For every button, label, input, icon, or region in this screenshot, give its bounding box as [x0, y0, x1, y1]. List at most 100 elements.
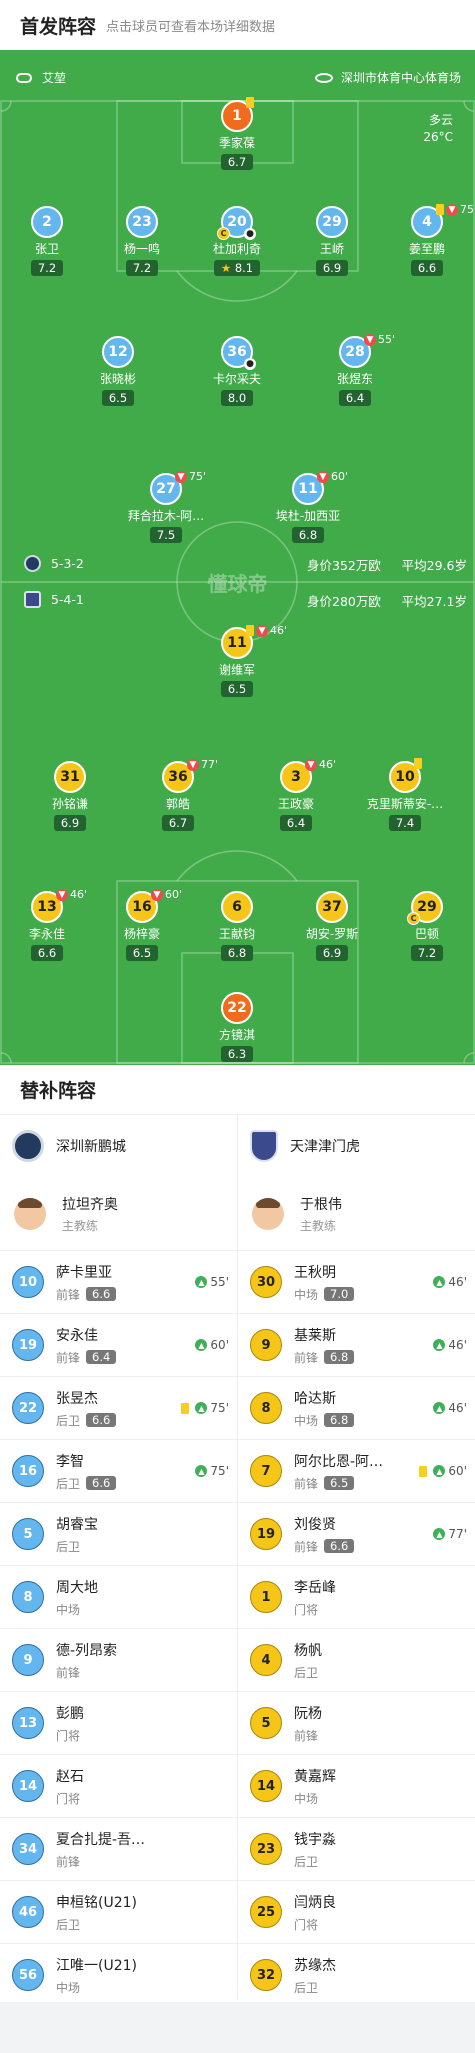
- sub-row[interactable]: 8 周大地 中场: [0, 1566, 237, 1629]
- home-coach-role: 主教练: [62, 1218, 99, 1233]
- sub-row[interactable]: 9 德-列昂索 前锋: [0, 1629, 237, 1692]
- away-team-name: 天津津门虎: [290, 1139, 360, 1155]
- player-away[interactable]: 36 郭皓 6.7 ▼ 77': [128, 758, 228, 831]
- player-away[interactable]: 10 克里斯蒂安-… 7.4: [355, 758, 455, 831]
- player-away[interactable]: 11 谢维军 6.5 ▼ 46': [187, 624, 287, 697]
- home-team-row[interactable]: 深圳新鹏城: [0, 1115, 237, 1177]
- sub-role: 前锋: [294, 1350, 319, 1365]
- sub-row[interactable]: 5 胡睿宝 后卫: [0, 1503, 237, 1566]
- sub-info: 周大地 中场: [56, 1577, 98, 1618]
- player-rating: 6.9: [53, 815, 87, 831]
- sub-info: 江唯一(U21) 中场: [56, 1955, 137, 1996]
- player-name: 王政豪: [277, 797, 314, 811]
- sub-row[interactable]: 19 安永佳 前锋 6.4 ▲ 60': [0, 1314, 237, 1377]
- player-home[interactable]: 4姜至鹏6.6▼75': [377, 203, 475, 276]
- sub-row[interactable]: 22 张昱杰 后卫 6.6 ▲ 75': [0, 1377, 237, 1440]
- sub-out-minute: 60': [331, 470, 349, 483]
- sub-name: 李智: [56, 1453, 84, 1470]
- player-away[interactable]: 31 孙铭谦 6.9: [20, 761, 120, 831]
- sub-out-icon: ▼: [256, 624, 268, 637]
- home-coach-row[interactable]: 拉坦齐奥 主教练: [0, 1177, 237, 1251]
- yellow-card-icon: [246, 625, 254, 636]
- player-home[interactable]: 27 拜合拉木-阿… 7.5 ▼ 75': [116, 470, 216, 543]
- sub-in-icon: ▲: [433, 1528, 446, 1540]
- sub-row[interactable]: 7 阿尔比恩-阿… 前锋 6.5 ▲ 60': [238, 1440, 475, 1503]
- sub-role: 前锋: [56, 1287, 81, 1302]
- sub-role: 前锋: [294, 1728, 319, 1743]
- away-team-row[interactable]: 天津津门虎: [238, 1115, 475, 1177]
- sub-row[interactable]: 30 王秋明 中场 7.0 ▲ 46': [238, 1251, 475, 1314]
- venue-name: 深圳市体育中心体育场: [340, 71, 461, 85]
- player-home[interactable]: 1 季家葆 6.7: [187, 97, 287, 170]
- sub-row[interactable]: 46 申桓铭(U21) 后卫: [0, 1881, 237, 1944]
- player-away[interactable]: 3 王政豪 6.4 ▼ 46': [246, 758, 346, 831]
- sub-role-line: 前锋 6.6: [294, 1538, 355, 1555]
- sub-out-minute: 77': [201, 758, 219, 771]
- sub-row[interactable]: 9 基莱斯 前锋 6.8 ▲ 46': [238, 1314, 475, 1377]
- player-away[interactable]: 13 李永佳 6.6 ▼ 46': [0, 888, 97, 961]
- sub-number: 34: [12, 1833, 44, 1865]
- yellow-card-icon: [181, 1402, 190, 1414]
- sub-row[interactable]: 19 刘俊贤 前锋 6.6 ▲ 77': [238, 1503, 475, 1566]
- player-event-marks: ▼ 60': [317, 470, 348, 483]
- player-away[interactable]: 37 胡安-罗斯 6.9: [282, 891, 382, 961]
- whistle-icon: [16, 72, 32, 83]
- sub-row[interactable]: 4 杨帆 后卫: [238, 1629, 475, 1692]
- sub-role: 前锋: [294, 1539, 319, 1554]
- player-rating: 7.2: [410, 945, 444, 961]
- sub-role: 后卫: [56, 1413, 81, 1428]
- player-home[interactable]: 29 王峤 6.9: [282, 206, 382, 276]
- sub-in-minute: 46': [448, 1338, 467, 1352]
- sub-row[interactable]: 56 江唯一(U21) 中场: [0, 1944, 237, 2007]
- player-home[interactable]: 23 杨一鸣 7.2: [92, 206, 192, 276]
- footer: [0, 2002, 475, 2053]
- sub-row[interactable]: 32 苏缘杰 后卫: [238, 1944, 475, 2007]
- player-home[interactable]: 2 张卫 7.2: [0, 206, 97, 276]
- sub-row[interactable]: 1 李岳峰 门将: [238, 1566, 475, 1629]
- captain-icon: C: [407, 912, 420, 925]
- sub-role-line: 后卫: [56, 1916, 137, 1933]
- sub-in-time: ▲ 46': [433, 1275, 467, 1289]
- sub-row[interactable]: 16 李智 后卫 6.6 ▲ 75': [0, 1440, 237, 1503]
- sub-in-icon: ▲: [195, 1276, 208, 1288]
- sub-name: 阿尔比恩-阿…: [294, 1453, 384, 1470]
- sub-name: 江唯一(U21): [56, 1957, 137, 1974]
- sub-number: 7: [250, 1455, 282, 1487]
- sub-row[interactable]: 14 赵石 门将: [0, 1755, 237, 1818]
- sub-rating: 6.4: [86, 1350, 117, 1364]
- away-subs-column: 天津津门虎 于根伟 主教练 30 王秋明 中场 7.0 ▲ 46' 9 基莱斯 前锋 6.8 ▲ 46'…: [238, 1115, 475, 2007]
- home-formation-row: 5-3-2 身价352万欧 平均29.6岁: [0, 555, 475, 577]
- player-home[interactable]: 20 C ● 杜加利奇 ★ 8.1: [187, 206, 287, 276]
- player-home[interactable]: 36 ● 卡尔采夫 8.0: [187, 336, 287, 406]
- player-rating: 6.8: [220, 945, 254, 961]
- player-home[interactable]: 28 张煜东 6.4 ▼ 55': [305, 333, 405, 406]
- player-event-marks: [246, 97, 254, 108]
- sub-name: 钱宇淼: [294, 1831, 336, 1848]
- player-away[interactable]: 29 C 巴顿 7.2: [377, 891, 475, 961]
- sub-row[interactable]: 34 夏合扎提-吾… 前锋: [0, 1818, 237, 1881]
- sub-info: 赵石 门将: [56, 1766, 84, 1807]
- sub-row[interactable]: 13 彭鹏 门将: [0, 1692, 237, 1755]
- sub-row[interactable]: 10 萨卡里亚 前锋 6.6 ▲ 55': [0, 1251, 237, 1314]
- sub-row[interactable]: 23 钱宇淼 后卫: [238, 1818, 475, 1881]
- sub-role-line: 后卫 6.6: [56, 1412, 117, 1429]
- sub-info: 夏合扎提-吾… 前锋: [56, 1829, 145, 1870]
- player-name: 季家葆: [218, 136, 255, 150]
- player-away[interactable]: 6 王献钧 6.8: [187, 891, 287, 961]
- sub-rating: 6.6: [86, 1413, 117, 1427]
- sub-row[interactable]: 25 闫炳良 门将: [238, 1881, 475, 1944]
- player-home[interactable]: 12 张晓彬 6.5: [68, 336, 168, 406]
- player-away[interactable]: 22 方镜淇 6.3: [187, 992, 287, 1062]
- sub-out-minute: 75': [189, 470, 207, 483]
- away-formation: 5-4-1: [51, 592, 84, 607]
- sub-row[interactable]: 14 黄嘉辉 中场: [238, 1755, 475, 1818]
- sub-row[interactable]: 8 哈达斯 中场 6.8 ▲ 46': [238, 1377, 475, 1440]
- away-coach-row[interactable]: 于根伟 主教练: [238, 1177, 475, 1251]
- sub-info: 刘俊贤 前锋 6.6: [294, 1514, 355, 1555]
- player-home[interactable]: 11 埃杜-加西亚 6.8 ▼ 60': [258, 470, 358, 543]
- player-event-marks: ▼ 60': [151, 888, 182, 901]
- sub-row[interactable]: 5 阮杨 前锋: [238, 1692, 475, 1755]
- player-number: 23: [126, 206, 158, 238]
- player-away[interactable]: 16 杨梓豪 6.5 ▼ 60': [92, 888, 192, 961]
- home-coach-avatar: [14, 1197, 46, 1230]
